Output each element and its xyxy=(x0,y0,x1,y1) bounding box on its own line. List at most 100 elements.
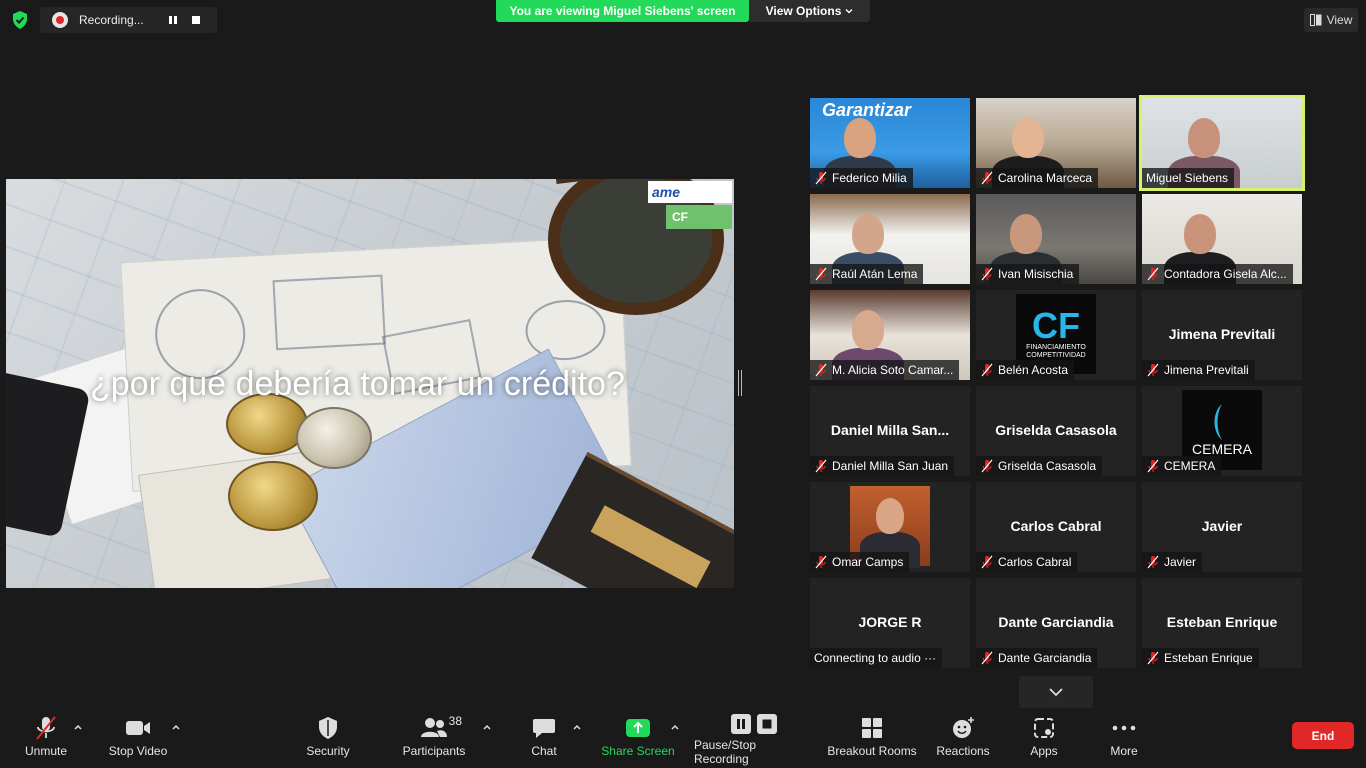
chevron-up-icon[interactable] xyxy=(572,722,582,732)
unmute-button[interactable]: Unmute xyxy=(20,714,72,764)
share-screen-label: Share Screen xyxy=(601,744,675,758)
participant-tile[interactable]: Javier Javier xyxy=(1142,482,1302,572)
meeting-toolbar: Unmute Stop Video Security 38 Participan… xyxy=(0,710,1366,768)
participant-name-label: Esteban Enrique xyxy=(1142,648,1259,668)
participant-tile[interactable]: M. Alicia Soto Camar... xyxy=(810,290,970,380)
participant-tile[interactable]: Carolina Marceca xyxy=(976,98,1136,188)
participant-tile[interactable]: Miguel Siebens xyxy=(1139,95,1305,191)
participants-button[interactable]: 38 Participants xyxy=(400,714,468,764)
split-handle[interactable] xyxy=(738,370,742,396)
apps-icon xyxy=(1034,718,1054,738)
pause-stop-recording-button[interactable]: Pause/Stop Recording xyxy=(694,714,814,766)
participant-display-name: JORGE R xyxy=(858,614,922,630)
participant-name-label: Jimena Previtali xyxy=(1142,360,1255,380)
stop-recording-icon[interactable] xyxy=(187,11,205,29)
end-meeting-button[interactable]: End xyxy=(1292,722,1354,749)
participant-name-label: Dante Garciandia xyxy=(976,648,1098,668)
coin-image xyxy=(296,407,372,469)
participant-name: Belén Acosta xyxy=(998,363,1069,377)
participant-name: Miguel Siebens xyxy=(1146,171,1229,185)
participant-display-name: Javier xyxy=(1201,518,1243,534)
participant-name: Contadora Gisela Alc... xyxy=(1164,267,1287,281)
participant-display-name: Jimena Previtali xyxy=(1168,326,1276,342)
microphone-muted-icon xyxy=(815,267,827,281)
participant-name-label: Carolina Marceca xyxy=(976,168,1099,188)
breakout-rooms-icon xyxy=(862,718,882,738)
shared-screen[interactable]: ¿por qué debería tomar un crédito? ame C… xyxy=(6,179,734,588)
share-screen-icon xyxy=(626,719,650,737)
microphone-muted-icon xyxy=(1147,651,1159,665)
reactions-label: Reactions xyxy=(936,744,990,758)
participants-label: Participants xyxy=(402,744,466,758)
chevron-up-icon[interactable] xyxy=(670,722,680,732)
chevron-up-icon[interactable] xyxy=(73,722,83,732)
security-button[interactable]: Security xyxy=(302,714,354,764)
participant-name-label: Daniel Milla San Juan xyxy=(810,456,955,476)
more-button[interactable]: More xyxy=(1102,714,1146,764)
video-camera-icon xyxy=(126,721,150,735)
participant-name-label: Omar Camps xyxy=(810,552,910,572)
apps-label: Apps xyxy=(1030,744,1058,758)
participant-name-label: Raúl Atán Lema xyxy=(810,264,924,284)
top-bar: Recording... You are viewing Miguel Sieb… xyxy=(0,0,1366,40)
participant-tile[interactable]: Raúl Atán Lema xyxy=(810,194,970,284)
shield-icon xyxy=(319,717,337,739)
participant-name: Omar Camps xyxy=(832,555,904,569)
participant-name: Raúl Atán Lema xyxy=(832,267,918,281)
participant-name-label: Contadora Gisela Alc... xyxy=(1142,264,1293,284)
participant-name-label: Carlos Cabral xyxy=(976,552,1078,572)
participant-tile[interactable]: Ivan Misischia xyxy=(976,194,1136,284)
microphone-muted-icon xyxy=(815,459,827,473)
chat-button[interactable]: Chat xyxy=(524,714,564,764)
participants-count: 38 xyxy=(448,714,462,728)
microphone-muted-icon xyxy=(815,555,827,569)
participant-tile[interactable]: Carlos Cabral Carlos Cabral xyxy=(976,482,1136,572)
more-label: More xyxy=(1110,744,1138,758)
view-button[interactable]: View xyxy=(1304,8,1358,32)
pause-icon xyxy=(731,714,751,734)
came-logo: ame xyxy=(648,181,732,203)
participant-name: Jimena Previtali xyxy=(1164,363,1249,377)
breakout-rooms-button[interactable]: Breakout Rooms xyxy=(826,714,918,764)
shield-icon[interactable] xyxy=(10,10,30,30)
chat-label: Chat xyxy=(531,744,557,758)
chevron-down-icon xyxy=(845,9,853,14)
chevron-up-icon[interactable] xyxy=(171,722,181,732)
chevron-up-icon[interactable] xyxy=(482,722,492,732)
viewing-screen-banner: You are viewing Miguel Siebens' screen xyxy=(496,0,749,22)
participant-display-name: Daniel Milla San... xyxy=(830,422,950,438)
participant-tile[interactable]: Omar Camps xyxy=(810,482,970,572)
apps-button[interactable]: Apps xyxy=(1022,714,1066,764)
stop-video-label: Stop Video xyxy=(108,744,168,758)
participant-name: Carlos Cabral xyxy=(998,555,1072,569)
reactions-button[interactable]: Reactions xyxy=(934,714,992,764)
participant-name-label: Miguel Siebens xyxy=(1142,168,1235,188)
stop-video-button[interactable]: Stop Video xyxy=(106,714,170,764)
participant-tile[interactable]: Dante Garciandia Dante Garciandia xyxy=(976,578,1136,668)
participant-tile[interactable]: Jimena Previtali Jimena Previtali xyxy=(1142,290,1302,380)
microphone-muted-icon xyxy=(981,363,993,377)
participant-name: M. Alicia Soto Camar... xyxy=(832,363,954,377)
pause-stop-recording-label: Pause/Stop Recording xyxy=(694,738,757,766)
participant-tile[interactable]: Daniel Milla San... Daniel Milla San Juan xyxy=(810,386,970,476)
participant-name: Javier xyxy=(1164,555,1197,569)
microphone-muted-icon xyxy=(1147,363,1159,377)
share-screen-button[interactable]: Share Screen xyxy=(600,714,676,764)
view-options-button[interactable]: View Options xyxy=(749,0,870,22)
participant-tile[interactable]: Esteban Enrique Esteban Enrique xyxy=(1142,578,1302,668)
microphone-muted-icon xyxy=(981,459,993,473)
next-page-button[interactable] xyxy=(1019,676,1093,708)
participant-tile[interactable]: JORGE R Connecting to audio ··· xyxy=(810,578,970,668)
participant-tile[interactable]: Contadora Gisela Alc... xyxy=(1142,194,1302,284)
participant-name-label: Federico Milia xyxy=(810,168,913,188)
unmute-label: Unmute xyxy=(24,744,68,758)
microphone-muted-icon xyxy=(1147,459,1159,473)
participant-name: Dante Garciandia xyxy=(998,651,1092,665)
participant-name-label: Griselda Casasola xyxy=(976,456,1103,476)
participant-tile[interactable]: Garantizar Federico Milia xyxy=(810,98,970,188)
pause-recording-icon[interactable] xyxy=(164,11,182,29)
participant-tile[interactable]: CF FINANCIAMIENTO COMPETITIVIDAD Belén Aco… xyxy=(976,290,1136,380)
participant-tile[interactable]: Griselda Casasola Griselda Casasola xyxy=(976,386,1136,476)
participant-name-label: CEMERA xyxy=(1142,456,1222,476)
participant-tile[interactable]: CEMERA CEMERA xyxy=(1142,386,1302,476)
